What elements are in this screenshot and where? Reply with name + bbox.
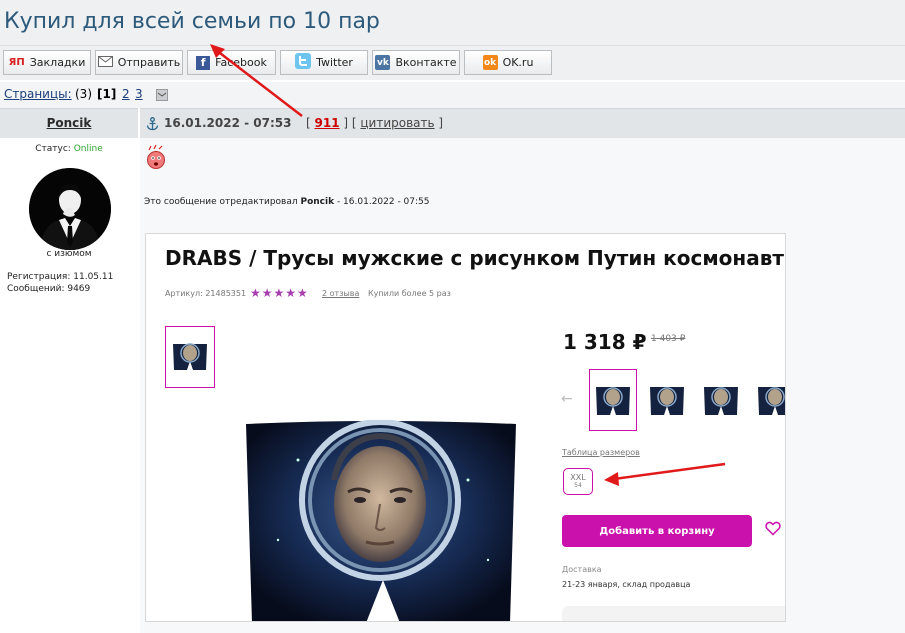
mail-icon [97, 55, 113, 70]
heart-icon[interactable] [765, 521, 781, 540]
post-number-link[interactable]: 911 [315, 116, 340, 130]
vkontakte-label: Вконтакте [395, 56, 457, 69]
registration-label: Регистрация: [7, 272, 71, 282]
rating-stars: ★★★★★ [250, 286, 309, 300]
edited-author: Poncik [300, 197, 335, 207]
user-status: Статус: Online [0, 144, 138, 154]
okru-button[interactable]: ok OK.ru [464, 50, 552, 75]
posts-label: Сообщений: [7, 284, 65, 294]
twitter-icon [295, 53, 312, 72]
page-2-link[interactable]: 2 [122, 87, 130, 101]
topic-header: Купил для всей семьи по 10 пар [0, 0, 905, 46]
bookmarks-button[interactable]: ЯП Закладки [3, 50, 91, 75]
delivery-label: Доставка [562, 565, 602, 574]
status-value: Online [73, 144, 103, 154]
twitter-label: Twitter [316, 56, 353, 69]
arrow-left-icon[interactable]: ← [561, 391, 573, 407]
color-thumb-image [596, 387, 630, 415]
sku-value: 21485351 [205, 289, 247, 298]
size-sub: 54 [574, 482, 582, 489]
color-thumb-3[interactable] [697, 369, 745, 431]
status-label: Статус: [35, 144, 71, 154]
sku-label: Артикул: [165, 289, 203, 298]
twitter-button[interactable]: Twitter [280, 50, 368, 75]
bookmark-icon: ЯП [8, 57, 25, 68]
page-current: [1] [97, 87, 117, 101]
registration-info: Регистрация: 11.05.11 [7, 272, 113, 282]
edited-time: - 16.01.2022 - 07:55 [336, 197, 430, 207]
share-toolbar: ЯП Закладки Отправить f Facebook Twitter… [0, 46, 905, 80]
ok-icon: ok [482, 55, 498, 70]
facebook-label: Facebook [215, 56, 267, 69]
product-price: 1 318 ₽ [563, 330, 647, 354]
delivery-card [562, 606, 785, 621]
add-to-cart-button[interactable]: Добавить в корзину [562, 515, 752, 547]
page-3-link[interactable]: 3 [135, 87, 143, 101]
reviews-link[interactable]: 2 отзыва [322, 289, 359, 298]
product-sku: Артикул: 21485351 [165, 289, 246, 298]
edited-prefix: Это сообщение отредактировал [144, 197, 298, 207]
gallery-thumb-main[interactable] [165, 326, 215, 388]
vk-icon: vk [375, 55, 391, 70]
topic-title: Купил для всей семьи по 10 пар [4, 9, 380, 34]
pages-label[interactable]: Страницы: [4, 87, 72, 101]
color-thumb-image [650, 387, 684, 415]
bought-count: Купили более 5 раз [368, 289, 451, 298]
size-table-link[interactable]: Таблица размеров [562, 448, 640, 457]
pages-count: (3) [75, 87, 92, 101]
edited-note: Это сообщение отредактировал Poncik - 16… [144, 197, 430, 207]
email-topic-icon[interactable] [156, 89, 168, 104]
pagination: Страницы: (3) [1] 2 3 [0, 82, 905, 108]
product-title: DRABS / Трусы мужские с рисунком Путин к… [165, 246, 784, 270]
size-option-xxl[interactable]: XXL 54 [563, 468, 593, 495]
registration-value: 11.05.11 [73, 272, 114, 282]
avatar[interactable] [29, 168, 111, 250]
color-thumb-4[interactable] [751, 369, 785, 431]
avatar-caption: с изюмом [46, 249, 92, 259]
send-button[interactable]: Отправить [95, 50, 183, 75]
posts-count-info: Сообщений: 9469 [7, 284, 90, 294]
product-screenshot: DRABS / Трусы мужские с рисунком Путин к… [145, 233, 786, 622]
anchor-icon[interactable] [146, 116, 159, 135]
color-thumb-2[interactable] [643, 369, 691, 431]
vkontakte-button[interactable]: vk Вконтакте [372, 50, 460, 75]
facebook-icon: f [196, 55, 211, 70]
post-header: 16.01.2022 - 07:53 [ 911 ] [ цитировать … [140, 108, 905, 138]
facebook-button[interactable]: f Facebook [187, 50, 276, 75]
okru-label: OK.ru [502, 56, 534, 69]
product-old-price: 1 403 ₽ [651, 334, 686, 344]
color-thumb-1[interactable] [589, 369, 637, 431]
post-author-header: Poncik [0, 108, 138, 138]
color-thumb-image [758, 387, 785, 415]
product-main-image [246, 420, 516, 621]
color-thumb-image [704, 387, 738, 415]
size-label: XXL [570, 473, 586, 482]
post-datetime: 16.01.2022 - 07:53 [164, 116, 292, 130]
send-label: Отправить [117, 56, 181, 69]
posts-value: 9469 [67, 284, 91, 294]
bookmarks-label: Закладки [29, 56, 86, 69]
delivery-value: 21-23 января, склад продавца [562, 580, 691, 589]
quote-link[interactable]: цитировать [360, 116, 434, 130]
author-name[interactable]: Poncik [0, 116, 138, 130]
mini-shorts-image [173, 343, 207, 370]
smiley-icon [146, 144, 166, 174]
forum-page: Купил для всей семьи по 10 пар ЯП Заклад… [0, 0, 905, 633]
